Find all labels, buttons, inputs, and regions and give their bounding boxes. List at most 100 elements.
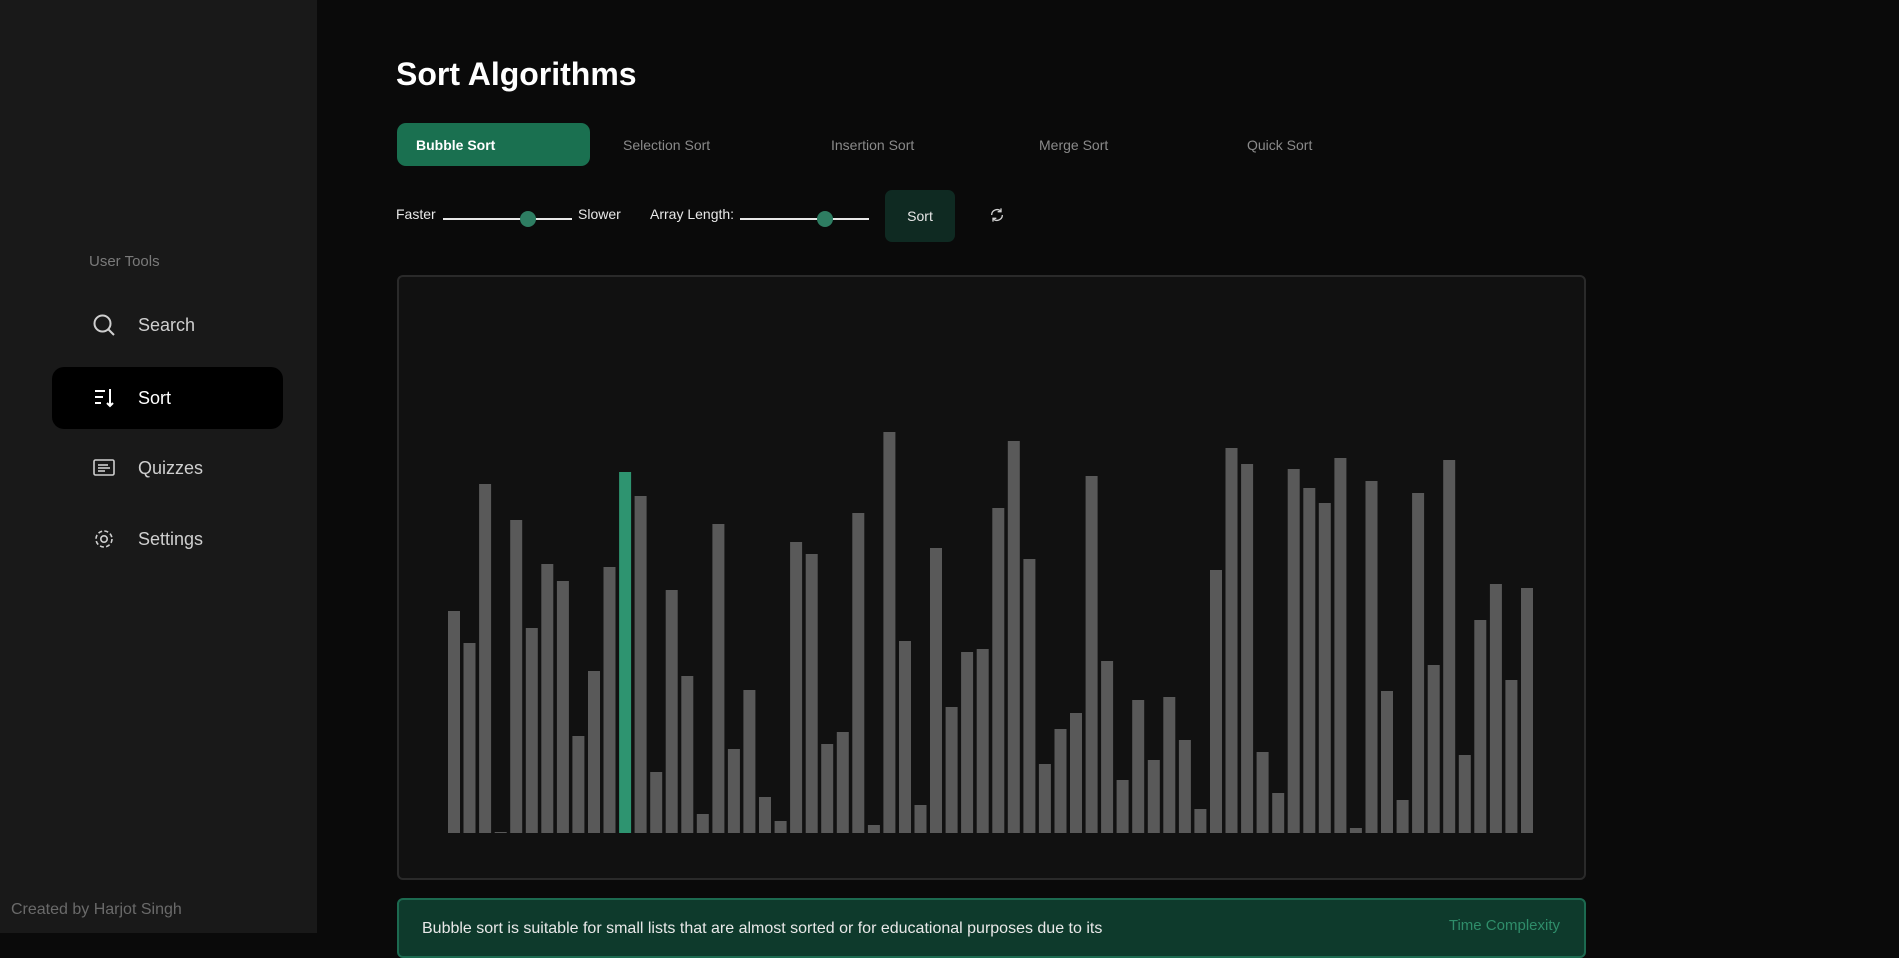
tab-selection-sort[interactable]: Selection Sort — [604, 123, 797, 166]
bar — [588, 671, 600, 833]
speed-slider[interactable] — [443, 211, 572, 227]
bar — [1365, 481, 1378, 833]
bar — [1318, 503, 1331, 833]
time-complexity-link[interactable]: Time Complexity — [1449, 917, 1560, 934]
bar — [1038, 764, 1051, 833]
bar — [510, 520, 523, 833]
tab-label: Bubble Sort — [416, 136, 496, 153]
bar — [1505, 680, 1518, 833]
bar — [1194, 809, 1207, 833]
bar — [681, 676, 694, 833]
bar — [836, 732, 849, 833]
speed-faster-label: Faster — [396, 206, 436, 222]
slider-track — [740, 218, 869, 220]
bar — [1427, 665, 1440, 833]
sidebar-item-quizzes[interactable]: Quizzes — [52, 437, 283, 499]
tab-label: Insertion Sort — [831, 136, 915, 153]
bar — [1412, 493, 1425, 833]
sidebar-item-sort[interactable]: Sort — [52, 367, 283, 429]
bar — [976, 649, 989, 833]
bar — [992, 508, 1005, 833]
sidebar-item-label: Search — [138, 314, 196, 335]
bar — [821, 744, 834, 833]
sort-icon — [90, 384, 118, 412]
page-title: Sort Algorithms — [396, 56, 637, 92]
bar — [479, 484, 492, 833]
tab-bubble-sort[interactable]: Bubble Sort — [397, 123, 590, 166]
sidebar-item-label: Sort — [138, 387, 172, 408]
bar — [1521, 588, 1533, 833]
slider-thumb[interactable] — [520, 211, 537, 227]
bar — [1023, 559, 1036, 833]
tab-label: Quick Sort — [1247, 136, 1313, 153]
bar — [448, 611, 460, 833]
bar-active — [619, 472, 632, 833]
bar — [494, 832, 507, 833]
bar — [1147, 760, 1160, 833]
bar — [1101, 661, 1114, 833]
bar — [961, 652, 974, 833]
bar — [1474, 620, 1487, 833]
bar — [1349, 828, 1362, 833]
sidebar-item-search[interactable]: Search — [52, 294, 283, 356]
bar — [603, 567, 616, 833]
tab-label: Selection Sort — [623, 136, 711, 153]
bar — [1210, 570, 1222, 833]
bar — [899, 641, 911, 833]
bar — [1116, 780, 1129, 833]
tab-label: Merge Sort — [1039, 136, 1109, 153]
sort-button[interactable]: Sort — [885, 190, 955, 242]
bar — [1489, 584, 1502, 833]
array-length-label: Array Length: — [650, 206, 735, 222]
slider-thumb[interactable] — [817, 211, 834, 227]
bar — [1178, 740, 1191, 833]
bar — [525, 628, 538, 833]
speed-slower-label: Slower — [578, 206, 621, 222]
slider-track — [443, 218, 572, 220]
bar — [1334, 458, 1347, 833]
bar — [790, 542, 803, 833]
tab-merge-sort[interactable]: Merge Sort — [1020, 123, 1213, 166]
bar — [634, 496, 647, 833]
bar — [774, 821, 787, 833]
bar — [914, 805, 927, 833]
bar — [572, 736, 585, 833]
quiz-icon — [90, 454, 118, 482]
bar — [1443, 460, 1456, 833]
bar — [867, 825, 880, 833]
bar — [759, 797, 771, 833]
sidebar-item-label: Settings — [138, 528, 204, 549]
info-panel: Bubble sort is suitable for small lists … — [397, 898, 1586, 958]
bar — [1256, 752, 1269, 833]
bar — [727, 749, 740, 833]
gear-icon — [90, 525, 118, 553]
sidebar: User Tools Search Sort Quizzes Settings … — [0, 0, 317, 933]
tab-insertion-sort[interactable]: Insertion Sort — [812, 123, 1005, 166]
sidebar-item-label: Quizzes — [138, 457, 204, 478]
array-length-slider[interactable] — [740, 211, 869, 227]
bar — [1458, 755, 1471, 833]
info-text: Bubble sort is suitable for small lists … — [422, 920, 1103, 937]
bar — [1272, 793, 1285, 833]
bar — [1054, 729, 1067, 833]
sidebar-heading: User Tools — [89, 253, 160, 270]
bar — [1007, 441, 1020, 833]
bar — [883, 432, 896, 833]
bars-chart — [448, 432, 1533, 833]
bar — [1225, 448, 1238, 833]
bar — [541, 564, 554, 833]
bar — [1303, 488, 1316, 833]
bar — [556, 581, 569, 833]
tab-quick-sort[interactable]: Quick Sort — [1228, 123, 1421, 166]
bar — [1241, 464, 1254, 833]
bar — [1396, 800, 1409, 833]
bar — [650, 772, 663, 833]
bar — [945, 707, 958, 833]
bar — [1070, 713, 1082, 833]
credit-text: Created by Harjot Singh — [11, 901, 182, 918]
sidebar-item-settings[interactable]: Settings — [52, 508, 283, 570]
bar — [930, 548, 942, 833]
refresh-icon[interactable] — [985, 203, 1009, 227]
bar — [1287, 469, 1300, 833]
search-icon — [90, 311, 118, 339]
